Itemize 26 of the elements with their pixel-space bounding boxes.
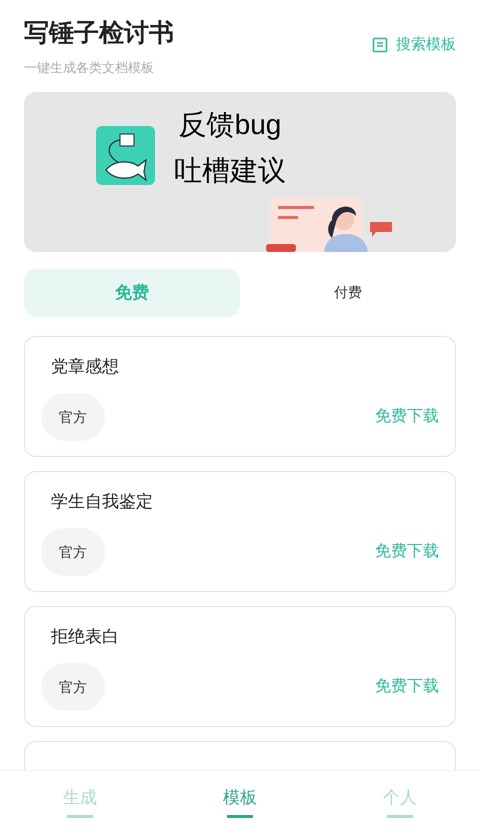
download-link[interactable]: 免费下载 <box>375 675 439 699</box>
category-tab[interactable]: 免费 <box>24 268 240 316</box>
fish-logo-icon <box>96 126 155 184</box>
banner-headline: 吐槽建议 <box>174 154 286 188</box>
template-card[interactable]: 拒绝表白 官方 免费下载 <box>24 606 456 726</box>
nav-tab[interactable]: 个人 <box>320 771 480 828</box>
app-subtitle: 一键生成各类文档模板 <box>24 59 155 77</box>
official-tag: 官方 <box>41 663 105 711</box>
template-card[interactable] <box>24 740 456 770</box>
app-title: 写锤子检讨书 <box>24 18 174 49</box>
document-icon <box>372 37 388 54</box>
template-title: 拒绝表白 <box>51 626 120 648</box>
search-templates-button[interactable]: 搜索模板 <box>372 34 456 56</box>
template-card[interactable]: 党章感想 官方 免费下载 <box>24 336 456 456</box>
category-tab[interactable]: 付费 <box>240 268 456 316</box>
official-tag: 官方 <box>41 528 105 576</box>
download-link[interactable]: 免费下载 <box>375 540 439 564</box>
template-card[interactable]: 学生自我鉴定 官方 免费下载 <box>24 470 456 592</box>
download-link[interactable]: 免费下载 <box>375 405 439 429</box>
template-title: 党章感想 <box>51 356 120 378</box>
feedback-banner[interactable]: 反馈bug 吐槽建议 <box>24 92 456 252</box>
nav-tab[interactable]: 生成 <box>0 771 160 828</box>
template-title: 学生自我鉴定 <box>51 490 154 512</box>
nav-tab[interactable]: 模板 <box>160 771 320 828</box>
banner-headline: 反馈bug <box>178 108 282 142</box>
official-tag: 官方 <box>41 393 105 441</box>
